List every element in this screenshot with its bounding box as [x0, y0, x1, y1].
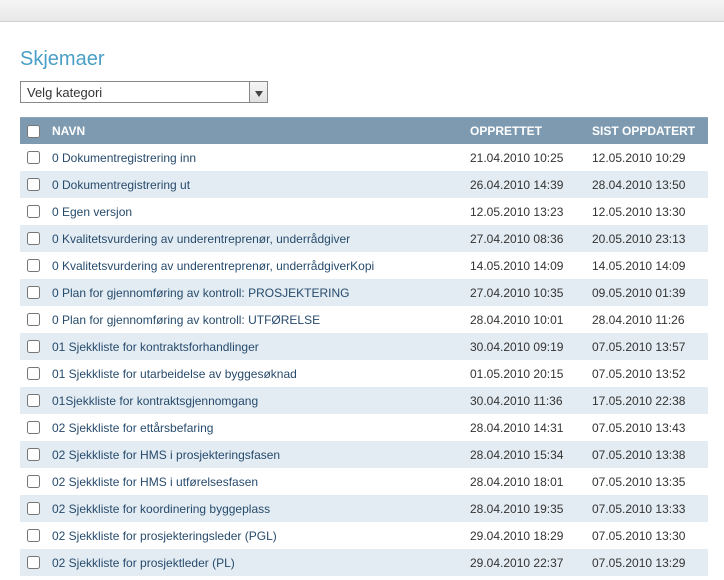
- row-updated: 07.05.2010 13:52: [586, 367, 708, 381]
- table-row: 02 Sjekkliste for HMS i utførelsesfasen 2…: [20, 468, 708, 495]
- row-updated: 14.05.2010 14:09: [586, 259, 708, 273]
- row-updated: 07.05.2010 13:57: [586, 340, 708, 354]
- table-row: 02 Sjekkliste for koordinering byggeplas…: [20, 495, 708, 522]
- row-created: 28.04.2010 14:31: [464, 421, 586, 435]
- window-topbar: [0, 0, 724, 22]
- header-created[interactable]: OPPRETTET: [464, 124, 586, 138]
- row-updated: 09.05.2010 01:39: [586, 286, 708, 300]
- table-row: 01Sjekkliste for kontraktsgjennomgang 30.…: [20, 387, 708, 414]
- table-row: 01 Sjekkliste for kontraktsforhandlinger…: [20, 333, 708, 360]
- row-updated: 07.05.2010 13:35: [586, 475, 708, 489]
- row-checkbox[interactable]: [27, 556, 40, 569]
- row-created: 21.04.2010 10:25: [464, 151, 586, 165]
- chevron-down-icon: [255, 85, 263, 100]
- row-created: 26.04.2010 14:39: [464, 178, 586, 192]
- row-created: 14.05.2010 14:09: [464, 259, 586, 273]
- row-updated: 28.04.2010 13:50: [586, 178, 708, 192]
- row-checkbox[interactable]: [27, 259, 40, 272]
- forms-table: NAVN OPPRETTET SIST OPPDATERT 0 Dokument…: [20, 117, 708, 580]
- row-updated: 07.05.2010 13:33: [586, 502, 708, 516]
- row-name-link[interactable]: 02 Sjekkliste for prosjekteringsleder (P…: [52, 529, 277, 543]
- table-row: 02 Sjekkliste for rengjøring av bygg28.0…: [20, 576, 708, 580]
- row-created: 30.04.2010 09:19: [464, 340, 586, 354]
- category-select-button[interactable]: [249, 82, 267, 102]
- table-row: 0 Dokumentregistrering inn 21.04.2010 10:…: [20, 144, 708, 171]
- row-created: 29.04.2010 22:37: [464, 556, 586, 570]
- row-name-link[interactable]: 0 Plan for gjennomføring av kontroll: PR…: [52, 286, 349, 300]
- table-row: 01 Sjekkliste for utarbeidelse av bygges…: [20, 360, 708, 387]
- row-created: 29.04.2010 18:29: [464, 529, 586, 543]
- row-checkbox[interactable]: [27, 394, 40, 407]
- row-checkbox[interactable]: [27, 178, 40, 191]
- row-checkbox[interactable]: [27, 475, 40, 488]
- row-checkbox[interactable]: [27, 367, 40, 380]
- row-checkbox[interactable]: [27, 232, 40, 245]
- row-name-link[interactable]: 01 Sjekkliste for kontraktsforhandlinger: [52, 340, 259, 354]
- row-checkbox[interactable]: [27, 502, 40, 515]
- row-created: 12.05.2010 13:23: [464, 205, 586, 219]
- row-checkbox[interactable]: [27, 529, 40, 542]
- row-updated: 07.05.2010 13:38: [586, 448, 708, 462]
- category-select[interactable]: Velg kategori: [20, 81, 268, 103]
- row-name-link[interactable]: 0 Dokumentregistrering ut: [52, 178, 190, 192]
- row-checkbox[interactable]: [27, 421, 40, 434]
- row-name-link[interactable]: 0 Kvalitetsvurdering av underentreprenør…: [52, 232, 350, 246]
- row-checkbox[interactable]: [27, 340, 40, 353]
- row-updated: 17.05.2010 22:38: [586, 394, 708, 408]
- row-created: 27.04.2010 10:35: [464, 286, 586, 300]
- row-updated: 20.05.2010 23:13: [586, 232, 708, 246]
- row-name-link[interactable]: 0 Dokumentregistrering inn: [52, 151, 196, 165]
- table-row: 0 Kvalitetsvurdering av underentreprenør…: [20, 252, 708, 279]
- row-name-link[interactable]: 0 Plan for gjennomføring av kontroll: UT…: [52, 313, 320, 327]
- header-name[interactable]: NAVN: [46, 124, 464, 138]
- row-created: 28.04.2010 15:34: [464, 448, 586, 462]
- row-created: 28.04.2010 19:35: [464, 502, 586, 516]
- row-updated: 07.05.2010 13:30: [586, 529, 708, 543]
- row-name-link[interactable]: 0 Egen versjon: [52, 205, 132, 219]
- table-row: 02 Sjekkliste for ettårsbefaring 28.04.20…: [20, 414, 708, 441]
- row-checkbox[interactable]: [27, 286, 40, 299]
- row-created: 30.04.2010 11:36: [464, 394, 586, 408]
- table-row: 0 Dokumentregistrering ut 26.04.2010 14:3…: [20, 171, 708, 198]
- table-row: 02 Sjekkliste for HMS i prosjekteringsfa…: [20, 441, 708, 468]
- table-row: 02 Sjekkliste for prosjekteringsleder (P…: [20, 522, 708, 549]
- table-row: 0 Plan for gjennomføring av kontroll: PR…: [20, 279, 708, 306]
- row-checkbox[interactable]: [27, 205, 40, 218]
- row-created: 27.04.2010 08:36: [464, 232, 586, 246]
- header-updated[interactable]: SIST OPPDATERT: [586, 124, 708, 138]
- table-header: NAVN OPPRETTET SIST OPPDATERT: [20, 118, 708, 144]
- table-row: 02 Sjekkliste for prosjektleder (PL) 29.0…: [20, 549, 708, 576]
- row-checkbox[interactable]: [27, 313, 40, 326]
- row-name-link[interactable]: 01Sjekkliste for kontraktsgjennomgang: [52, 394, 258, 408]
- row-name-link[interactable]: 02 Sjekkliste for HMS i prosjekteringsfa…: [52, 448, 280, 462]
- row-created: 01.05.2010 20:15: [464, 367, 586, 381]
- row-name-link[interactable]: 02 Sjekkliste for prosjektleder (PL): [52, 556, 235, 570]
- row-updated: 12.05.2010 13:30: [586, 205, 708, 219]
- row-name-link[interactable]: 01 Sjekkliste for utarbeidelse av bygges…: [52, 367, 297, 381]
- row-updated: 28.04.2010 11:26: [586, 313, 708, 327]
- page-title: Skjemaer: [20, 48, 704, 71]
- row-checkbox[interactable]: [27, 448, 40, 461]
- row-updated: 12.05.2010 10:29: [586, 151, 708, 165]
- row-updated: 07.05.2010 13:43: [586, 421, 708, 435]
- row-name-link[interactable]: 02 Sjekkliste for HMS i utførelsesfasen: [52, 475, 258, 489]
- row-name-link[interactable]: 02 Sjekkliste for ettårsbefaring: [52, 421, 213, 435]
- category-select-value: Velg kategori: [27, 85, 102, 100]
- row-name-link[interactable]: 0 Kvalitetsvurdering av underentreprenør…: [52, 259, 374, 273]
- row-updated: 07.05.2010 13:29: [586, 556, 708, 570]
- table-row: 0 Kvalitetsvurdering av underentreprenør…: [20, 225, 708, 252]
- row-name-link[interactable]: 02 Sjekkliste for koordinering byggeplas…: [52, 502, 270, 516]
- row-created: 28.04.2010 10:01: [464, 313, 586, 327]
- select-all-checkbox[interactable]: [27, 125, 40, 138]
- row-checkbox[interactable]: [27, 151, 40, 164]
- row-created: 28.04.2010 18:01: [464, 475, 586, 489]
- table-row: 0 Plan for gjennomføring av kontroll: UT…: [20, 306, 708, 333]
- table-row: 0 Egen versjon 12.05.2010 13:2312.05.2010…: [20, 198, 708, 225]
